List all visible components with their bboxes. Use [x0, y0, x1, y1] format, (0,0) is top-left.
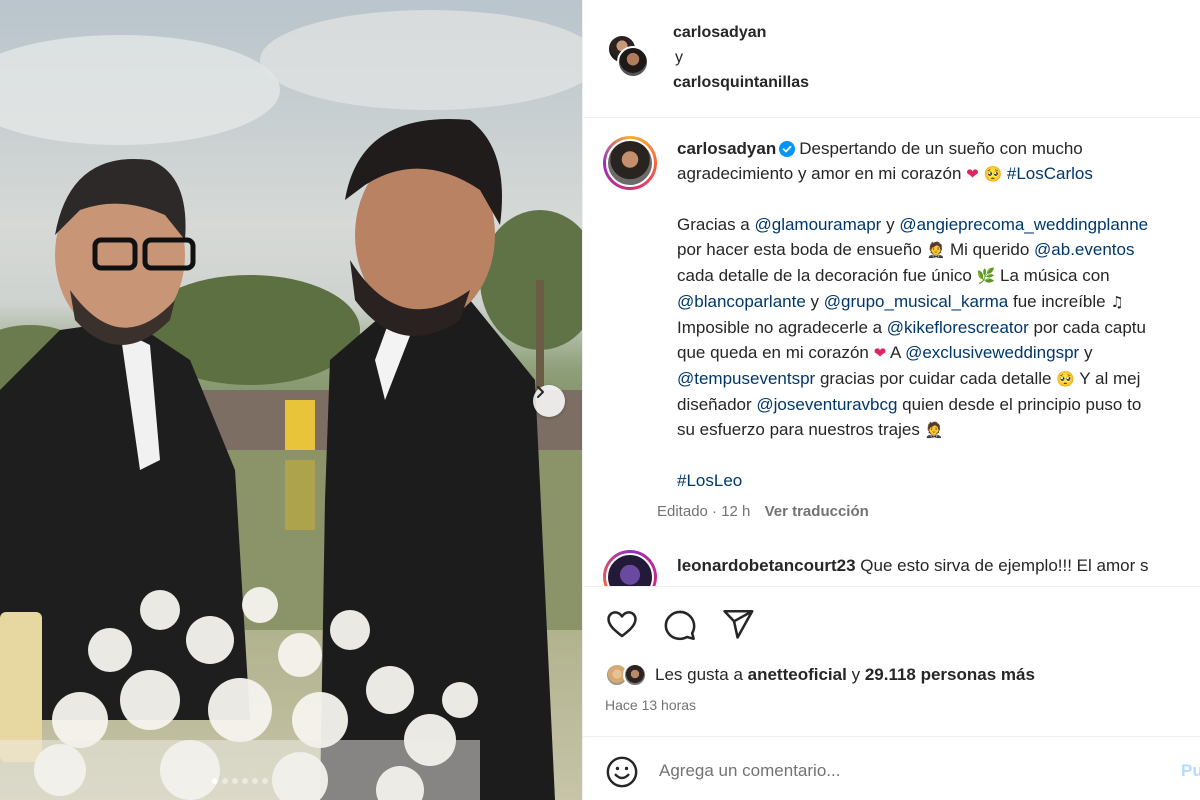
caption-text-segment: y — [1079, 343, 1093, 362]
comment-text: leonardobetancourt23 Que esto sirva de e… — [677, 556, 1148, 576]
person-in-tuxedo-emoji-icon: 🤵 — [926, 241, 946, 259]
caption-text-segment: que queda en mi corazón — [677, 343, 874, 362]
caption-line: diseñador @joseventuravbcg quien desde e… — [677, 392, 1200, 417]
mention-link[interactable]: @tempuseventspr — [677, 369, 815, 388]
carousel-dot — [262, 778, 268, 784]
share-button[interactable] — [721, 607, 755, 641]
caption-text-segment: cada detalle de la decoración fue único — [677, 266, 977, 285]
likes-text: Les gusta a anetteoficial y 29.118 perso… — [655, 665, 1035, 684]
comment-input[interactable] — [659, 755, 1159, 787]
heart-icon — [607, 611, 637, 638]
caption-meta: Editado · 12 h Ver traducción — [657, 503, 869, 520]
caption-text-segment: su esfuerzo para nuestros trajes — [677, 420, 925, 439]
caption-text-segment: La música con — [995, 266, 1110, 285]
like-button[interactable] — [605, 607, 639, 641]
collab-connector: y — [675, 49, 683, 66]
caption-line: Gracias a @glamouramapr y @angieprecoma_… — [677, 212, 1200, 237]
post-comment-button[interactable]: Pu — [1181, 761, 1200, 781]
post-side-panel: carlosadyan y carlosquintanillas carlosa… — [582, 0, 1200, 800]
mention-link[interactable]: @blancoparlante — [677, 292, 806, 311]
carousel-dot — [242, 778, 248, 784]
caption-username[interactable]: carlosadyan — [677, 139, 776, 158]
post-header: carlosadyan y carlosquintanillas — [583, 0, 1200, 118]
avatar[interactable] — [617, 46, 649, 78]
carousel-next-button[interactable] — [533, 385, 565, 417]
caption-line: por hacer esta boda de ensueño 🤵 Mi quer… — [677, 237, 1200, 263]
heart-emoji-icon: ❤ — [966, 165, 979, 183]
likes-count[interactable]: 29.118 personas más — [865, 665, 1035, 684]
mention-link[interactable]: @kikeflorescreator — [887, 318, 1029, 337]
carousel-dot — [252, 778, 258, 784]
mention-link[interactable]: @angieprecoma_weddingplanne — [899, 215, 1148, 234]
pleading-face-emoji-icon: 🥺 — [983, 165, 1003, 183]
caption-text-segment: Gracias a — [677, 215, 755, 234]
mention-link[interactable]: @ab.eventos — [1034, 240, 1134, 259]
hashtag-link[interactable]: #LosCarlos — [1007, 164, 1093, 183]
post-actions: Les gusta a anetteoficial y 29.118 perso… — [583, 586, 1200, 736]
caption-line: @blancoparlante y @grupo_musical_karma f… — [677, 289, 1200, 315]
caption-text-segment: A — [886, 343, 906, 362]
liker-username[interactable]: anetteoficial — [748, 665, 847, 684]
comments-section[interactable]: carlosadyan Despertando de un sueño con m… — [583, 118, 1200, 586]
caption-line: agradecimiento y amor en mi corazón — [677, 164, 962, 183]
comment-button[interactable] — [663, 607, 697, 641]
music-notes-emoji-icon: ♫ — [1110, 293, 1124, 311]
post-photo — [0, 0, 582, 800]
caption-text-segment: por cada captu — [1028, 318, 1146, 337]
emoji-smile-icon[interactable] — [605, 755, 639, 789]
carousel-dot — [222, 778, 228, 784]
avatar[interactable] — [603, 550, 657, 586]
paper-plane-icon — [723, 609, 754, 639]
mention-link[interactable]: @exclusiveweddingspr — [905, 343, 1079, 362]
collab-avatars[interactable] — [607, 34, 655, 82]
collab-names: carlosadyan y carlosquintanillas — [673, 20, 809, 95]
caption-line: Imposible no agradecerle a @kikeflorescr… — [677, 315, 1200, 340]
carousel-dots — [212, 778, 268, 784]
caption-text: carlosadyan Despertando de un sueño con m… — [677, 136, 1200, 493]
caption-text-segment: Mi querido — [945, 240, 1035, 259]
caption-text-segment: y — [805, 292, 824, 311]
caption-text-segment: quien desde el principio puso to — [897, 395, 1142, 414]
caption-text-segment: por hacer esta boda de ensueño — [677, 240, 927, 259]
caption-text-segment: Y al mej — [1074, 369, 1141, 388]
caption-text-segment: y — [881, 215, 900, 234]
caption-text-segment: Imposible no agradecerle a — [677, 318, 887, 337]
mention-link[interactable]: @glamouramapr — [754, 215, 881, 234]
comment-body: Que esto sirva de ejemplo!!! El amor s — [860, 556, 1149, 575]
caption-text-segment: gracias por cuidar cada detalle — [815, 369, 1057, 388]
collab-user-link[interactable]: carlosquintanillas — [673, 70, 809, 95]
carousel-dot — [232, 778, 238, 784]
avatar — [623, 663, 647, 687]
herb-emoji-icon: 🌿 — [976, 267, 996, 285]
likes-summary[interactable]: Les gusta a anetteoficial y 29.118 perso… — [605, 663, 1035, 687]
mention-link[interactable]: @grupo_musical_karma — [824, 292, 1009, 311]
caption-line: Despertando de un sueño con mucho — [799, 139, 1083, 158]
translate-link[interactable]: Ver traducción — [765, 503, 869, 520]
comment-username[interactable]: leonardobetancourt23 — [677, 556, 856, 575]
comment-bubble-icon — [664, 610, 696, 641]
caption-body: Gracias a @glamouramapr y @angieprecoma_… — [677, 212, 1200, 443]
verified-badge-icon — [779, 141, 796, 157]
chevron-right-icon — [537, 386, 544, 398]
carousel-dot — [212, 778, 218, 784]
caption-text-segment: diseñador — [677, 395, 757, 414]
heart-emoji-icon: ❤ — [873, 344, 887, 362]
action-icons — [605, 607, 755, 641]
caption-line: que queda en mi corazón ❤ A @exclusivewe… — [677, 340, 1200, 366]
wedding-photo-illustration — [0, 10, 582, 800]
pleading-face-emoji-icon: 🥺 — [1056, 370, 1075, 388]
person-in-tuxedo-emoji-icon: 🤵 — [924, 421, 944, 439]
add-comment-bar: Pu — [583, 736, 1200, 800]
mention-link[interactable]: @joseventuravbcg — [756, 395, 897, 414]
collab-user-link[interactable]: carlosadyan — [673, 20, 809, 45]
post-time: Hace 13 horas — [605, 697, 697, 713]
hashtag-link[interactable]: #LosLeo — [677, 471, 742, 490]
caption-line: @tempuseventspr gracias por cuidar cada … — [677, 366, 1200, 392]
caption-line: su esfuerzo para nuestros trajes 🤵 — [677, 417, 1200, 443]
caption-line: cada detalle de la decoración fue único … — [677, 263, 1200, 289]
avatar[interactable] — [603, 136, 657, 190]
edited-time: Editado · 12 h — [657, 503, 751, 520]
caption-text-segment: fue increíble — [1008, 292, 1111, 311]
